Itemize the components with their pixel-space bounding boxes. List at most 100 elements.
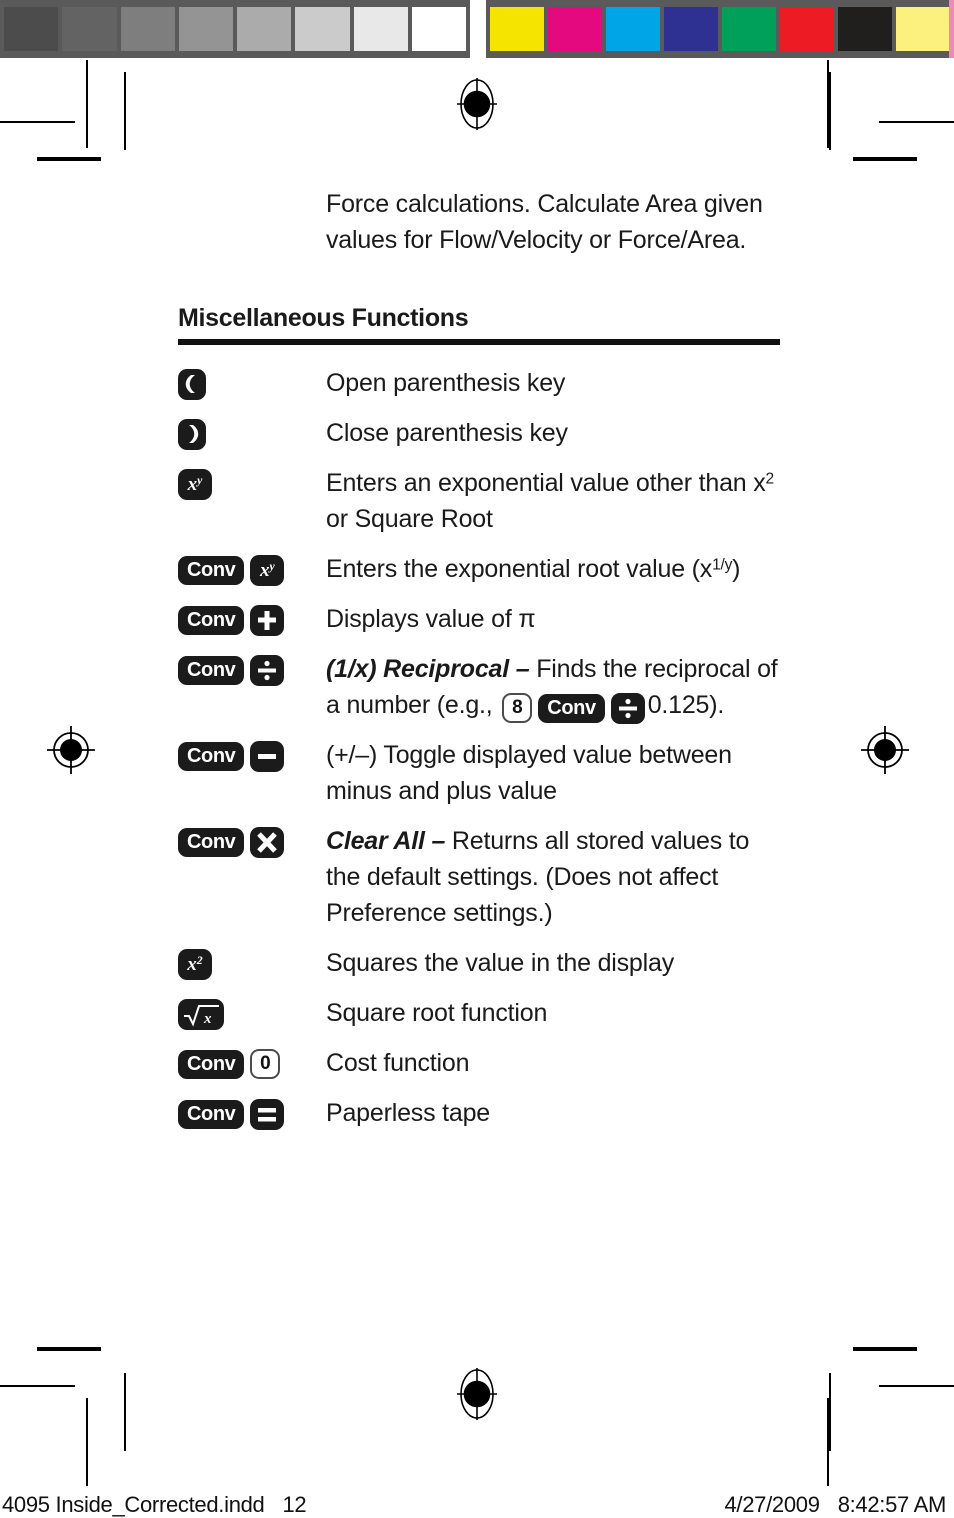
key-open-parenthesis[interactable]: [178, 369, 206, 400]
function-row-keys: x: [178, 995, 326, 1030]
intro-paragraph: Force calculations. Calculate Area given…: [326, 190, 763, 254]
key-conv[interactable]: Conv: [178, 556, 245, 585]
key-conv[interactable]: Conv: [178, 1049, 245, 1079]
description-text: Enters the exponential root value (x: [326, 555, 713, 583]
key-divide[interactable]: [250, 655, 285, 686]
key-zero[interactable]: 8: [502, 693, 533, 724]
key-close-parenthesis[interactable]: [178, 419, 206, 450]
key-conv[interactable]: Conv: [178, 656, 245, 685]
function-row-description: Displays value of π: [326, 601, 788, 637]
registration-mark-right-middle: [858, 723, 912, 777]
description-text: 0.125).: [647, 691, 725, 719]
function-row: Conv 0 Cost function: [178, 1045, 788, 1081]
function-row-description: Cost function: [326, 1045, 788, 1081]
function-row-keys: Conv: [178, 1095, 326, 1130]
description-text: Open parenthesis key: [326, 369, 566, 397]
description-text: Paperless tape: [326, 1099, 490, 1127]
registration-mark-top-center: [455, 78, 499, 130]
registration-mark-bottom-center: [455, 1368, 499, 1420]
gray-swatch-2: [120, 7, 175, 51]
description-text: Displays value of π: [326, 605, 536, 633]
key-conv[interactable]: Conv: [178, 1100, 245, 1129]
key-conv[interactable]: Conv: [178, 606, 245, 635]
description-text: or Square Root: [326, 505, 493, 533]
key-minus[interactable]: [250, 741, 285, 772]
footer-filename: 4095 Inside_Corrected.indd: [2, 1492, 265, 1517]
function-row-description: Enters the exponential root value (x1/y): [326, 551, 788, 587]
footer-time: 8:42:57 AM: [837, 1492, 947, 1517]
description-text: Enters an exponential value other than x: [326, 469, 766, 497]
gray-swatch-7: [411, 7, 466, 51]
key-square-root[interactable]: x: [178, 999, 224, 1030]
function-row: x Square root function: [178, 995, 788, 1031]
description-text: Square root function: [326, 999, 548, 1027]
function-row-keys: [178, 415, 326, 450]
function-row-keys: Conv: [178, 651, 326, 686]
color-swatch-2: [606, 7, 660, 51]
function-row-keys: xy: [178, 465, 326, 500]
description-text: ): [732, 555, 741, 583]
crop-mark-bottom-right-outer: [829, 1373, 831, 1451]
trim-mark-bottom-left: [37, 1347, 101, 1351]
section-heading-rule: [178, 339, 780, 345]
crop-mark-bottom-left-horizontal: [0, 1385, 75, 1387]
key-equals[interactable]: [250, 1099, 285, 1130]
function-row-description: Square root function: [326, 995, 788, 1031]
function-row: xy Enters an exponential value other than…: [178, 465, 788, 537]
description-text: (+/–) Toggle displayed value between min…: [326, 741, 732, 805]
function-row-description: Close parenthesis key: [326, 415, 788, 451]
trim-mark-bottom-right: [853, 1347, 917, 1351]
function-title-dash: –: [424, 827, 452, 855]
crop-mark-bottom-left-inner: [86, 1398, 88, 1486]
section-heading: Miscellaneous Functions: [178, 304, 469, 332]
key-divide[interactable]: [610, 692, 645, 724]
function-row: Close parenthesis key: [178, 415, 788, 451]
function-row-description: (+/–) Toggle displayed value between min…: [326, 737, 788, 809]
trim-mark-top-right: [853, 157, 917, 161]
footer-file-info: 4095 Inside_Corrected.indd 12: [2, 1492, 307, 1518]
function-title: Clear All: [326, 827, 425, 855]
description-text: Squares the value in the display: [326, 949, 674, 977]
gray-swatch-4: [237, 7, 292, 51]
gray-swatch-3: [178, 7, 233, 51]
footer-timestamp: 4/27/2009 8:42:57 AM: [725, 1492, 947, 1518]
crop-mark-top-right-outer2: [829, 72, 831, 150]
key-zero[interactable]: 0: [250, 1049, 281, 1079]
key-x-to-the-y[interactable]: xy: [178, 469, 212, 500]
color-swatch-0: [490, 7, 544, 51]
key-conv[interactable]: Conv: [538, 693, 605, 723]
function-row-description: Squares the value in the display: [326, 945, 788, 981]
function-row-description: Open parenthesis key: [326, 365, 788, 401]
key-conv[interactable]: Conv: [178, 742, 245, 771]
key-x-to-the-y[interactable]: xy: [250, 555, 285, 586]
footer-page-number: 12: [282, 1492, 307, 1517]
key-conv[interactable]: Conv: [178, 828, 245, 857]
function-row-keys: x2: [178, 945, 326, 980]
crop-mark-top-left-inner: [86, 60, 88, 148]
crop-mark-bottom-right-horizontal: [879, 1385, 954, 1387]
function-row: Open parenthesis key: [178, 365, 788, 401]
function-row-keys: Conv: [178, 601, 326, 636]
key-x-squared[interactable]: x2: [178, 949, 212, 980]
color-swatch-3: [664, 7, 718, 51]
svg-text:x: x: [203, 1011, 212, 1027]
crop-mark-top-right-horizontal: [879, 121, 954, 123]
color-swatch-7: [896, 7, 950, 51]
function-row: Conv Paperless tape: [178, 1095, 788, 1131]
color-swatch-5: [780, 7, 834, 51]
edge-color-sliver: [949, 0, 954, 58]
key-multiply[interactable]: [250, 827, 285, 858]
calibration-bar-row: [0, 0, 954, 58]
color-swatch-1: [548, 7, 602, 51]
registration-mark-left-middle: [44, 723, 98, 777]
function-row-keys: [178, 365, 326, 400]
superscript-text: 2: [765, 470, 775, 488]
crop-mark-bottom-left-outer: [124, 1373, 126, 1451]
gray-swatch-1: [62, 7, 117, 51]
gray-swatch-5: [295, 7, 350, 51]
function-list: Open parenthesis key Close parenthesis ke…: [178, 365, 788, 1131]
superscript-text: 1/y: [712, 556, 733, 574]
key-plus[interactable]: [250, 605, 285, 636]
function-row-description: Clear All – Returns all stored values to…: [326, 823, 788, 931]
function-row: x2 Squares the value in the display: [178, 945, 788, 981]
